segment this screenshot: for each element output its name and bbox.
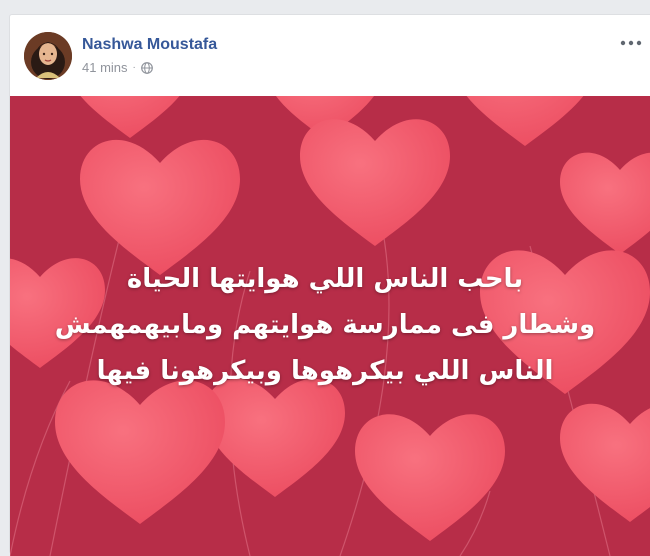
meta-separator: ·: [132, 62, 136, 73]
post-header: Nashwa Moustafa 41 mins ·: [10, 15, 650, 97]
more-horizontal-icon: [620, 33, 642, 51]
post-text-line: باحب الناس اللي هوايتها الحياة: [126, 264, 524, 294]
globe-icon[interactable]: [140, 61, 153, 74]
post-image[interactable]: باحب الناس اللي هوايتها الحياة وشطار فى …: [10, 96, 650, 556]
post-meta: 41 mins ·: [82, 60, 153, 75]
author-avatar[interactable]: [24, 32, 72, 80]
post-timestamp[interactable]: 41 mins: [82, 60, 128, 75]
post-text: باحب الناس اللي هوايتها الحياة وشطار فى …: [10, 256, 640, 394]
author-name-link[interactable]: Nashwa Moustafa: [82, 36, 217, 54]
post-text-line: وشطار فى ممارسة هوايتهم ومابيهمهمش: [54, 310, 596, 340]
post-card: Nashwa Moustafa 41 mins · باحب الناس الل…: [9, 14, 650, 556]
post-text-line: الناس اللي بيكرهوها وبيكرهونا فيها: [96, 356, 554, 386]
post-options-button[interactable]: [618, 31, 644, 53]
